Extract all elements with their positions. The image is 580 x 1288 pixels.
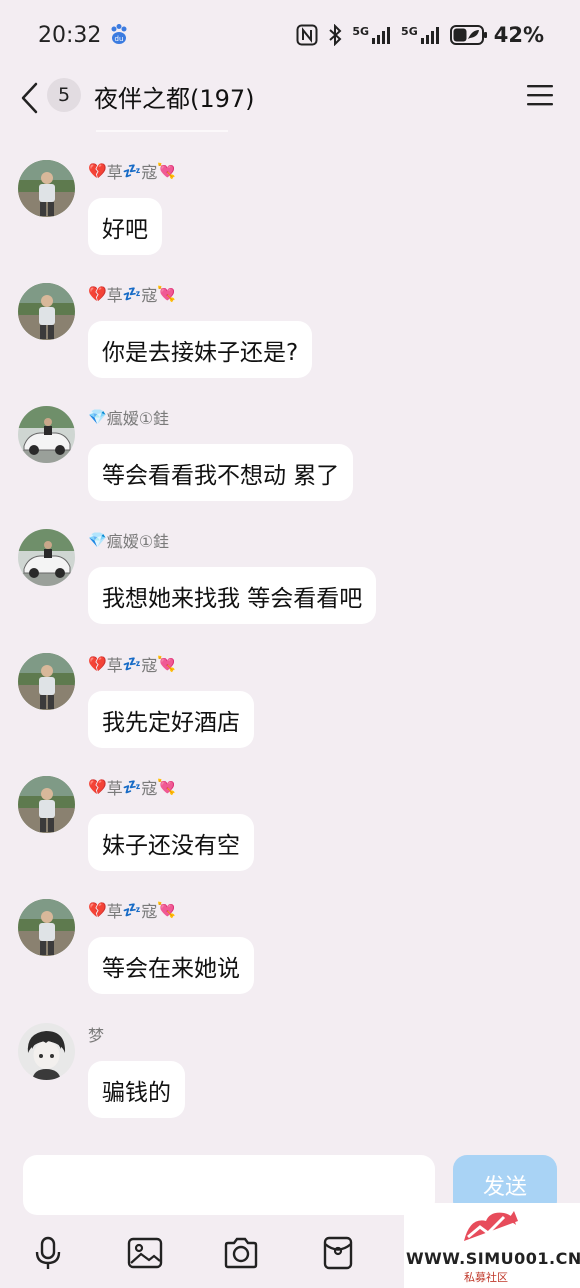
sender-name-part-1: 草 — [106, 163, 123, 182]
avatar[interactable] — [18, 1023, 75, 1080]
man-avatar-icon — [18, 283, 75, 340]
sender-name-text: 瘋嫒①銈 — [106, 409, 170, 428]
bluetooth-icon — [329, 24, 342, 46]
status-left: 20:32 du — [38, 23, 129, 48]
signal-2: 5G — [401, 25, 440, 45]
message-bubble[interactable]: 等会看看我不想动 累了 — [88, 444, 354, 501]
unread-count-badge[interactable]: 5 — [47, 78, 81, 112]
back-arrow-icon[interactable] — [18, 80, 42, 116]
sender-name: 💎 瘋嫒①銈 — [88, 529, 169, 551]
message-input[interactable] — [23, 1155, 435, 1215]
sender-name: 梦 — [88, 1023, 104, 1045]
image-icon[interactable] — [127, 1235, 163, 1271]
sender-name: 💔 草 💤 寇 💘 — [88, 283, 176, 305]
sender-name-text: 梦 — [88, 1026, 105, 1045]
message-bubble[interactable]: 你是去接妹子还是? — [88, 321, 313, 378]
man-avatar-icon — [18, 160, 75, 217]
watermark-text: WWW.SIMU001.CN — [406, 1249, 580, 1268]
man-avatar-icon — [18, 776, 75, 833]
sleeping-icon: 💤 — [122, 161, 142, 180]
status-bar: 20:32 du 5G 5G 42% — [0, 0, 580, 70]
avatar[interactable] — [18, 653, 75, 710]
battery-percent: 42% — [493, 23, 544, 47]
heart-arrow-icon: 💘 — [157, 777, 177, 796]
gem-icon: 💎 — [88, 530, 107, 549]
sender-name-text: 瘋嫒①銈 — [106, 532, 170, 551]
message-bubble[interactable]: 我先定好酒店 — [88, 691, 254, 748]
message-bubble[interactable]: 妹子还没有空 — [88, 814, 254, 871]
man-avatar-icon — [18, 653, 75, 710]
avatar[interactable] — [18, 283, 75, 340]
watermark-subtext: 私募社区 — [464, 1271, 508, 1284]
sender-name-part-2: 寇 — [141, 656, 158, 675]
camera-icon[interactable] — [223, 1235, 259, 1271]
car-avatar-icon — [18, 529, 75, 586]
battery: 42% — [449, 23, 544, 47]
signal-1: 5G — [352, 25, 391, 45]
heart-arrow-icon: 💘 — [157, 284, 177, 303]
broken-heart-icon: 💔 — [88, 900, 107, 919]
message-bubble[interactable]: 等会在来她说 — [88, 937, 254, 994]
sender-name-part-1: 草 — [106, 286, 123, 305]
battery-icon — [449, 25, 487, 45]
signal-icon — [372, 27, 391, 44]
watermark-logo-icon — [464, 1211, 518, 1241]
broken-heart-icon: 💔 — [88, 777, 107, 796]
chat-title: 夜伴之都(197) — [94, 85, 255, 113]
message-bubble[interactable]: 骗钱的 — [88, 1061, 185, 1118]
baidu-paw-icon: du — [111, 24, 127, 44]
sender-name-part-2: 寇 — [141, 779, 158, 798]
status-right: 5G 5G 42% — [296, 23, 544, 47]
sleeping-icon: 💤 — [122, 654, 142, 673]
sleeping-icon: 💤 — [122, 284, 142, 303]
sender-name-part-1: 草 — [106, 779, 123, 798]
sender-name-part-2: 寇 — [141, 286, 158, 305]
car-avatar-icon — [18, 406, 75, 463]
signal-2-label: 5G — [401, 25, 418, 38]
signal-icon — [420, 27, 439, 44]
avatar[interactable] — [18, 899, 75, 956]
chat-header: 5 夜伴之都(197) — [0, 70, 580, 126]
broken-heart-icon: 💔 — [88, 654, 107, 673]
message-bubble[interactable]: 好吧 — [88, 198, 162, 255]
sender-name-part-1: 草 — [106, 656, 123, 675]
svg-text:du: du — [115, 35, 124, 43]
heart-arrow-icon: 💘 — [157, 900, 177, 919]
header-divider — [96, 130, 228, 132]
broken-heart-icon: 💔 — [88, 284, 107, 303]
anime-avatar-icon — [18, 1023, 75, 1080]
menu-icon[interactable] — [526, 83, 554, 107]
heart-arrow-icon: 💘 — [157, 654, 177, 673]
man-avatar-icon — [18, 899, 75, 956]
sleeping-icon: 💤 — [122, 777, 142, 796]
avatar[interactable] — [18, 776, 75, 833]
avatar[interactable] — [18, 406, 75, 463]
status-time: 20:32 — [38, 22, 102, 48]
avatar[interactable] — [18, 529, 75, 586]
watermark: WWW.SIMU001.CN 私募社区 — [404, 1203, 580, 1288]
sender-name: 💔 草 💤 寇 💘 — [88, 653, 176, 675]
sender-name: 💎 瘋嫒①銈 — [88, 406, 169, 428]
heart-arrow-icon: 💘 — [157, 161, 177, 180]
avatar[interactable] — [18, 160, 75, 217]
nfc-icon — [296, 24, 318, 46]
sender-name: 💔 草 💤 寇 💘 — [88, 899, 176, 921]
broken-heart-icon: 💔 — [88, 161, 107, 180]
sender-name-part-2: 寇 — [141, 163, 158, 182]
gem-icon: 💎 — [88, 407, 107, 426]
sender-name: 💔 草 💤 寇 💘 — [88, 776, 176, 798]
signal-1-label: 5G — [352, 25, 370, 38]
sender-name: 💔 草寇 草 💤 寇 💘 — [88, 160, 176, 182]
message-bubble[interactable]: 我想她来找我 等会看看吧 — [88, 567, 377, 624]
sender-name-part-1: 草 — [106, 902, 123, 921]
sleeping-icon: 💤 — [122, 900, 142, 919]
sender-name-part-2: 寇 — [141, 902, 158, 921]
red-packet-icon[interactable] — [320, 1235, 356, 1271]
microphone-icon[interactable] — [30, 1235, 66, 1271]
